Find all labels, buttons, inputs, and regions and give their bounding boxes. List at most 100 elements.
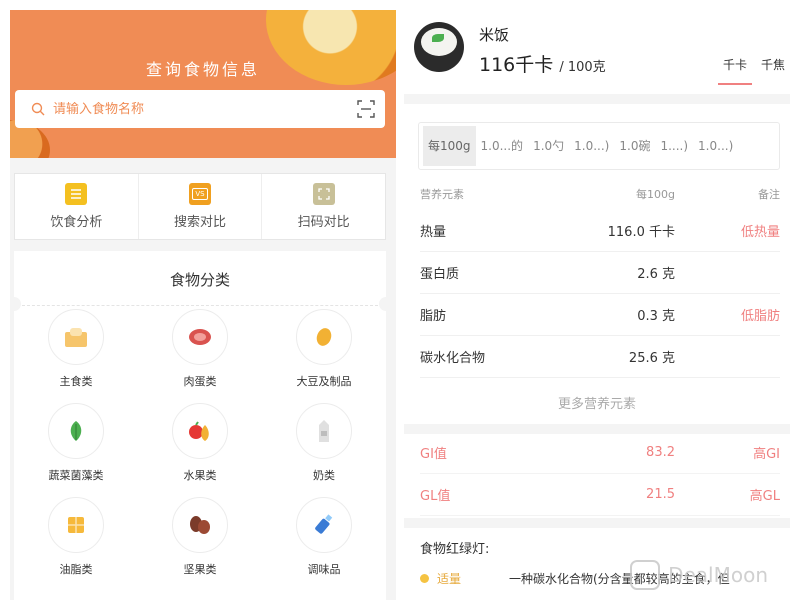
search-compare-icon: VS <box>189 183 211 205</box>
category-label: 调味品 <box>307 563 341 576</box>
nutrient-table-header: 营养元素 每100g 备注 <box>420 186 780 202</box>
rice <box>421 28 457 56</box>
category-nut[interactable]: 坚果类 <box>138 497 262 577</box>
category-label: 油脂类 <box>59 563 93 576</box>
section-divider <box>404 518 790 528</box>
category-soybean[interactable]: 大豆及制品 <box>262 309 386 389</box>
nutrient-name: 碳水化合物 <box>420 351 486 366</box>
calorie-summary: 116千卡 / 100克 <box>479 50 606 77</box>
milk-icon <box>296 403 352 459</box>
search-input[interactable] <box>53 101 357 117</box>
nut-icon <box>172 497 228 553</box>
more-nutrients-link[interactable]: 更多营养元素 <box>404 393 790 412</box>
fruit-icon <box>172 403 228 459</box>
header-name: 营养元素 <box>420 188 464 201</box>
search-icon <box>31 102 45 116</box>
table-row: 脂肪 0.3 克 低脂肪 <box>420 294 780 336</box>
food-categories: 食物分类 主食类 肉蛋类 大豆及制品 蔬菜菌藻类 水果类 奶类 油脂类 坚果类 … <box>10 251 393 600</box>
scan-compare-button[interactable]: 扫码对比 <box>262 174 385 239</box>
portion-tabs: 每100g 1.0...的 1.0勺 1.0...) 1.0碗 1....) 1… <box>418 122 780 170</box>
diet-analysis-button[interactable]: 饮食分析 <box>15 174 139 239</box>
diet-analysis-icon <box>65 183 88 205</box>
banner: 查询食物信息 <box>10 10 396 158</box>
section-divider <box>404 94 790 104</box>
category-label: 肉蛋类 <box>183 375 217 388</box>
tool-bar: 饮食分析 VS 搜索对比 扫码对比 <box>14 173 386 240</box>
seasoning-icon <box>296 497 352 553</box>
tool-label: 饮食分析 <box>50 215 103 230</box>
category-label: 主食类 <box>59 375 93 388</box>
nutrient-name: 热量 <box>420 225 447 240</box>
nutrient-note: 低脂肪 <box>740 309 780 324</box>
category-label: 奶类 <box>313 469 335 482</box>
table-row: 碳水化合物 25.6 克 <box>420 336 780 378</box>
traffic-light-title: 食物红绿灯: <box>420 542 490 557</box>
portion-tab[interactable]: 1.0勺 <box>528 126 569 166</box>
portion-tab[interactable]: 1.0...的 <box>476 126 529 166</box>
tab-kj[interactable]: 千焦 <box>756 56 790 85</box>
meat-egg-icon <box>172 309 228 365</box>
header-note: 备注 <box>758 188 780 201</box>
category-label: 水果类 <box>183 469 217 482</box>
nutrient-name: 脂肪 <box>420 309 447 324</box>
watermark: DealMoon <box>630 560 768 590</box>
nutrient-value: 116.0 千卡 <box>607 225 675 240</box>
table-row: GI值 83.2 高GI <box>420 432 780 474</box>
traffic-light-tag: 适量 <box>437 572 462 586</box>
vegetable-icon <box>48 403 104 459</box>
gl-name: GL值 <box>420 489 451 504</box>
table-row: 热量 116.0 千卡 低热量 <box>420 210 780 252</box>
category-label: 蔬菜菌藻类 <box>48 469 104 482</box>
watermark-logo-icon <box>630 560 661 590</box>
tool-label: 扫码对比 <box>297 215 350 230</box>
calorie-value: 116千卡 <box>479 54 554 76</box>
banner-title: 查询食物信息 <box>145 60 260 79</box>
portion-tab[interactable]: 1.0碗 <box>614 126 655 166</box>
gi-value: 83.2 <box>646 445 675 460</box>
nutrient-name: 蛋白质 <box>420 267 460 282</box>
food-detail-screen: 米饭 116千卡 / 100克 千卡 千焦 每100g 1.0...的 1.0勺… <box>404 10 790 600</box>
scan-icon[interactable] <box>357 100 375 118</box>
rice-bowl-image <box>414 22 464 72</box>
oil-fat-icon <box>48 497 104 553</box>
gl-note: 高GL <box>749 489 780 504</box>
portion-tab[interactable]: 1.0...) <box>569 126 614 166</box>
nutrient-value: 2.6 克 <box>637 267 675 282</box>
category-label: 大豆及制品 <box>296 375 352 388</box>
portion-tab[interactable]: 每100g <box>423 126 476 166</box>
category-vegetable[interactable]: 蔬菜菌藻类 <box>14 403 138 483</box>
table-row: 蛋白质 2.6 克 <box>420 252 780 294</box>
tool-label: 搜索对比 <box>174 215 227 230</box>
category-fruit[interactable]: 水果类 <box>138 403 262 483</box>
yellow-dot-icon <box>420 574 429 583</box>
nutrient-value: 0.3 克 <box>637 309 675 324</box>
gi-note: 高GI <box>753 447 780 462</box>
portion-tab[interactable]: 1.0...) <box>693 126 738 166</box>
category-meat-egg[interactable]: 肉蛋类 <box>138 309 262 389</box>
energy-unit-tabs: 千卡 千焦 <box>714 56 790 85</box>
category-oil-fat[interactable]: 油脂类 <box>14 497 138 577</box>
watermark-text: DealMoon <box>668 563 768 587</box>
vs-text: VS <box>192 188 208 200</box>
table-row: GL值 21.5 高GL <box>420 474 780 516</box>
food-header: 米饭 116千卡 / 100克 千卡 千焦 <box>404 10 790 94</box>
categories-title: 食物分类 <box>169 271 230 289</box>
staple-food-icon <box>48 309 104 365</box>
search-bar[interactable] <box>15 90 385 128</box>
scan-compare-icon <box>312 183 335 205</box>
search-compare-button[interactable]: VS 搜索对比 <box>139 174 263 239</box>
category-milk[interactable]: 奶类 <box>262 403 386 483</box>
food-name: 米饭 <box>479 26 510 44</box>
nutrient-note: 低热量 <box>740 225 780 240</box>
header-per: 每100g <box>636 188 675 201</box>
food-search-screen: 查询食物信息 饮食分析 VS 搜索对比 <box>10 10 396 600</box>
tab-kcal[interactable]: 千卡 <box>717 56 752 85</box>
calorie-unit: / 100克 <box>559 60 606 75</box>
category-label: 坚果类 <box>183 563 217 576</box>
category-seasoning[interactable]: 调味品 <box>262 497 386 577</box>
category-staple[interactable]: 主食类 <box>14 309 138 389</box>
nutrient-value: 25.6 克 <box>628 351 675 366</box>
soybean-icon <box>296 309 352 365</box>
portion-tab[interactable]: 1....) <box>655 126 693 166</box>
category-grid: 主食类 肉蛋类 大豆及制品 蔬菜菌藻类 水果类 奶类 油脂类 坚果类 调味品 <box>14 309 386 577</box>
